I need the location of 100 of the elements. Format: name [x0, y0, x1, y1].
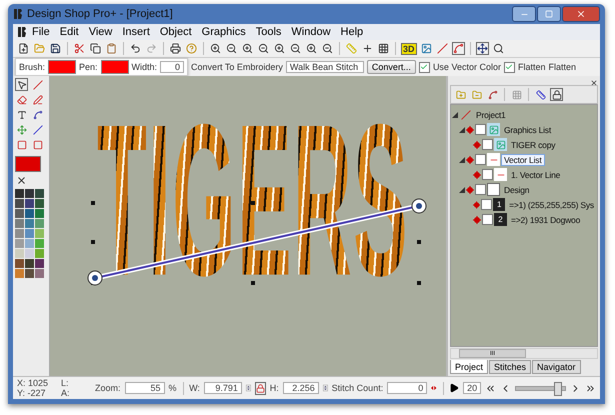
line-icon[interactable]	[436, 42, 449, 55]
copy-icon[interactable]	[89, 42, 102, 55]
color-swatch[interactable]	[15, 156, 41, 172]
menu-item[interactable]: Object	[154, 26, 197, 38]
curve-icon[interactable]	[31, 108, 44, 121]
color-swatch[interactable]	[15, 219, 24, 228]
selection-handle[interactable]	[417, 240, 421, 244]
lock-icon[interactable]	[550, 88, 563, 101]
checkbox[interactable]	[482, 214, 493, 225]
pen-color-picker[interactable]	[100, 60, 129, 74]
marker-icon[interactable]	[473, 140, 481, 148]
move-icon[interactable]	[476, 42, 489, 55]
frame-icon[interactable]	[31, 138, 44, 151]
menu-item[interactable]: Help	[336, 26, 368, 38]
expander-icon[interactable]	[459, 186, 465, 192]
picture-icon[interactable]	[420, 42, 433, 55]
play-icon[interactable]	[449, 382, 460, 394]
expander-icon[interactable]	[452, 112, 458, 118]
tree-item[interactable]: =>2) 1931 Dogwoo	[508, 214, 584, 226]
width-input[interactable]: 0	[160, 61, 184, 73]
line-node-handle[interactable]	[412, 198, 426, 214]
tree-item[interactable]: Graphics List	[501, 124, 554, 136]
color-swatch[interactable]	[25, 209, 34, 218]
zoom-out-icon[interactable]	[257, 42, 270, 55]
menu-item[interactable]: Graphics	[196, 26, 251, 38]
paste-icon[interactable]	[105, 42, 118, 55]
marker-icon[interactable]	[466, 186, 474, 194]
panel-tab[interactable]: Stitches	[489, 360, 532, 374]
minimize-button[interactable]	[512, 6, 536, 22]
selection-handle[interactable]	[417, 281, 421, 285]
color-swatch[interactable]	[15, 269, 24, 278]
menu-item[interactable]: Insert	[117, 26, 155, 38]
marker-icon[interactable]	[473, 216, 481, 224]
zoom-in-icon[interactable]	[305, 42, 318, 55]
color-swatch[interactable]	[15, 209, 24, 218]
menu-item[interactable]: Window	[286, 26, 336, 38]
color-swatch[interactable]	[15, 249, 24, 258]
tree-item[interactable]: Design	[501, 184, 532, 196]
close-button[interactable]	[562, 6, 600, 22]
tree-item[interactable]: TIGER copy	[508, 138, 558, 150]
menu-item[interactable]: View	[84, 26, 118, 38]
color-swatch[interactable]	[25, 199, 34, 208]
color-swatch[interactable]	[35, 209, 44, 218]
color-swatch[interactable]	[35, 199, 44, 208]
zoom-in-icon[interactable]	[273, 42, 286, 55]
marker-icon[interactable]	[473, 170, 481, 178]
color-swatch[interactable]	[35, 249, 44, 258]
frame-input[interactable]: 20	[463, 382, 482, 394]
color-swatch[interactable]	[15, 199, 24, 208]
marker-icon[interactable]	[466, 156, 474, 164]
3d-view-button[interactable]: 3D	[401, 42, 417, 54]
checkbox[interactable]	[475, 124, 486, 135]
checkbox[interactable]	[475, 154, 486, 165]
color-swatch[interactable]	[15, 189, 24, 198]
maximize-button[interactable]	[537, 6, 561, 22]
color-swatch[interactable]	[25, 259, 34, 268]
expander-icon[interactable]	[459, 126, 465, 132]
zoom-out-icon[interactable]	[225, 42, 238, 55]
undo-icon[interactable]	[129, 42, 142, 55]
zoom-input[interactable]: 55	[124, 382, 165, 394]
color-swatch[interactable]	[35, 219, 44, 228]
checkbox[interactable]	[481, 199, 492, 210]
color-swatch[interactable]	[35, 229, 44, 238]
slider-thumb[interactable]	[554, 382, 562, 396]
marker-icon[interactable]	[473, 200, 480, 208]
stitch-type-dropdown[interactable]: Walk Bean Stitch	[286, 61, 364, 73]
zoom-out-icon[interactable]	[289, 42, 302, 55]
pointer-icon[interactable]	[15, 78, 28, 91]
color-swatch[interactable]	[25, 269, 34, 278]
menu-item[interactable]: Tools	[250, 26, 286, 38]
expander-icon[interactable]	[459, 156, 465, 162]
spin-icon[interactable]	[246, 382, 251, 394]
marker-icon[interactable]	[466, 126, 474, 134]
checkbox[interactable]	[475, 184, 486, 195]
spin-icon[interactable]	[322, 382, 328, 394]
tree-item[interactable]: =>1) (255,255,255) Sys	[506, 198, 597, 210]
height-input[interactable]: 2.256	[282, 382, 319, 394]
checkbox[interactable]	[482, 139, 493, 150]
line-icon[interactable]	[31, 123, 44, 136]
checkbox[interactable]	[504, 62, 515, 72]
width-input[interactable]: 9.791	[204, 382, 242, 394]
color-swatch[interactable]	[25, 249, 34, 258]
tree-item[interactable]: Project1	[473, 108, 509, 120]
search-icon[interactable]	[492, 42, 505, 55]
color-swatch[interactable]	[25, 239, 34, 248]
checkbox[interactable]	[482, 169, 493, 180]
menu-item[interactable]: Edit	[54, 26, 84, 38]
pen-icon[interactable]	[31, 93, 44, 106]
lock-icon[interactable]	[254, 382, 266, 394]
grid-icon[interactable]	[377, 42, 390, 55]
convert-button[interactable]: Convert...	[366, 60, 416, 74]
panel-tab[interactable]: Project	[450, 360, 488, 374]
print-icon[interactable]	[169, 42, 182, 55]
zoom-out-icon[interactable]	[321, 42, 334, 55]
zoom-in-icon[interactable]	[209, 42, 222, 55]
tree-item[interactable]: 1. Vector Line	[508, 168, 564, 180]
color-swatch[interactable]	[15, 259, 24, 268]
selection-handle[interactable]	[91, 240, 95, 244]
checkbox[interactable]	[418, 62, 430, 72]
tree-item[interactable]: Vector List	[501, 154, 544, 166]
